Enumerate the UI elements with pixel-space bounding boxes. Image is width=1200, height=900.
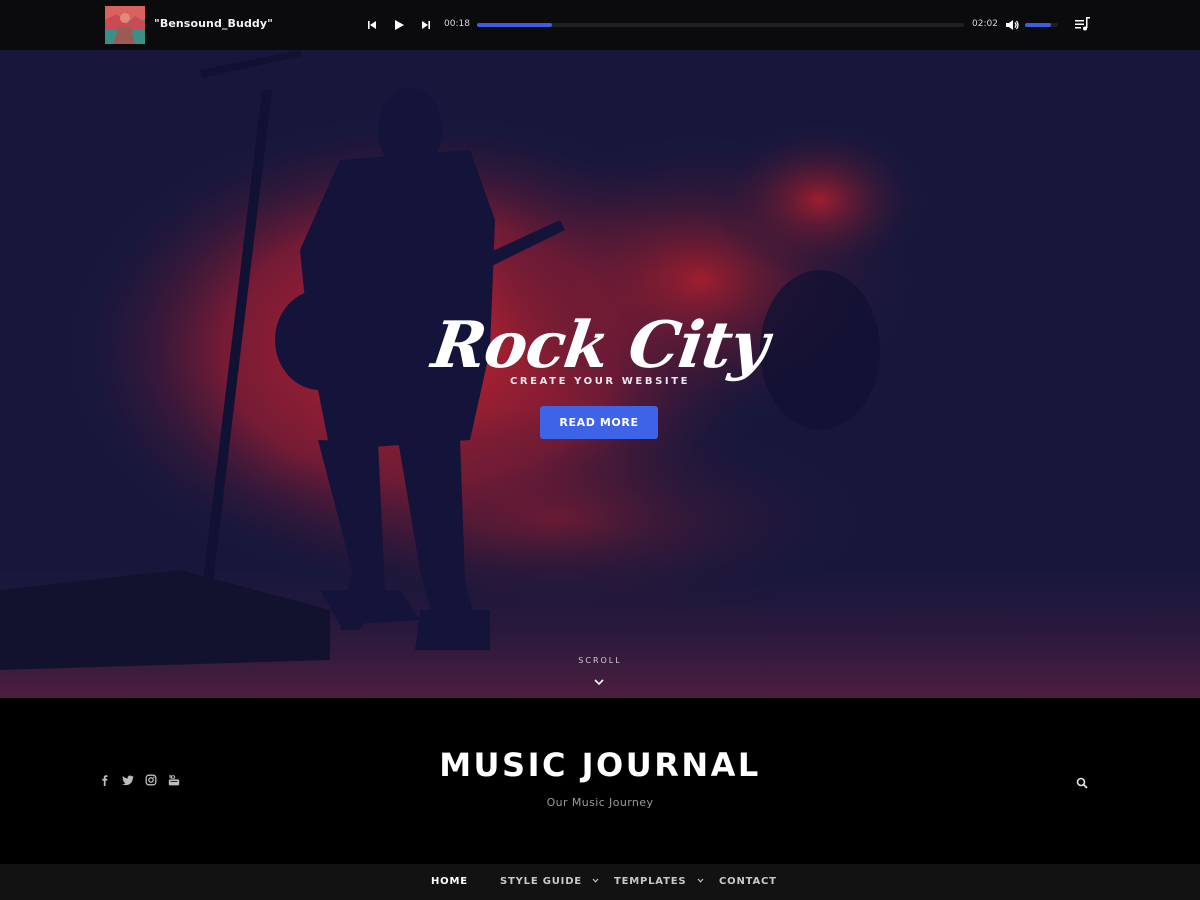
nav-item-style-guide[interactable]: STYLE GUIDE (500, 876, 599, 887)
hero-section: Rock City CREATE YOUR WEBSITE READ MORE … (0, 50, 1200, 698)
main-navigation: HOME STYLE GUIDE TEMPLATES CONTACT (0, 864, 1200, 900)
nav-item-contact[interactable]: CONTACT (719, 876, 777, 887)
nav-item-label: CONTACT (719, 876, 777, 887)
volume-icon[interactable] (1004, 17, 1020, 33)
current-time: 00:18 (444, 19, 470, 29)
next-track-button[interactable] (418, 17, 434, 33)
scroll-label: SCROLL (578, 656, 622, 665)
playlist-icon[interactable] (1073, 15, 1091, 33)
play-icon (395, 20, 404, 30)
nav-item-label: HOME (431, 876, 468, 887)
total-time: 02:02 (972, 19, 998, 29)
nav-item-templates[interactable]: TEMPLATES (614, 876, 704, 887)
read-more-button[interactable]: READ MORE (540, 406, 658, 439)
progress-fill (477, 23, 552, 27)
volume-slider[interactable] (1025, 23, 1058, 27)
nav-item-label: TEMPLATES (614, 876, 687, 887)
progress-bar[interactable] (477, 23, 964, 27)
previous-icon (368, 21, 376, 29)
hero-title: Rock City (427, 308, 773, 383)
play-button[interactable] (391, 17, 407, 33)
chevron-down-icon[interactable] (593, 672, 605, 686)
previous-track-button[interactable] (364, 17, 380, 33)
nav-item-label: STYLE GUIDE (500, 876, 582, 887)
hero-subtitle: CREATE YOUR WEBSITE (509, 376, 691, 387)
site-tagline: Our Music Journey (546, 796, 654, 809)
next-icon (422, 21, 430, 29)
site-title[interactable]: MUSIC JOURNAL (0, 746, 1200, 784)
chevron-down-icon (697, 878, 704, 883)
album-art (105, 6, 145, 44)
track-title: "Bensound_Buddy" (154, 17, 274, 30)
volume-fill (1025, 23, 1052, 27)
audio-player-bar: "Bensound_Buddy" 00:18 02:02 (0, 0, 1200, 50)
nav-item-home[interactable]: HOME (431, 876, 468, 887)
site-header: MUSIC JOURNAL Our Music Journey (0, 698, 1200, 864)
search-icon[interactable] (1076, 774, 1088, 789)
chevron-down-icon (592, 878, 599, 883)
